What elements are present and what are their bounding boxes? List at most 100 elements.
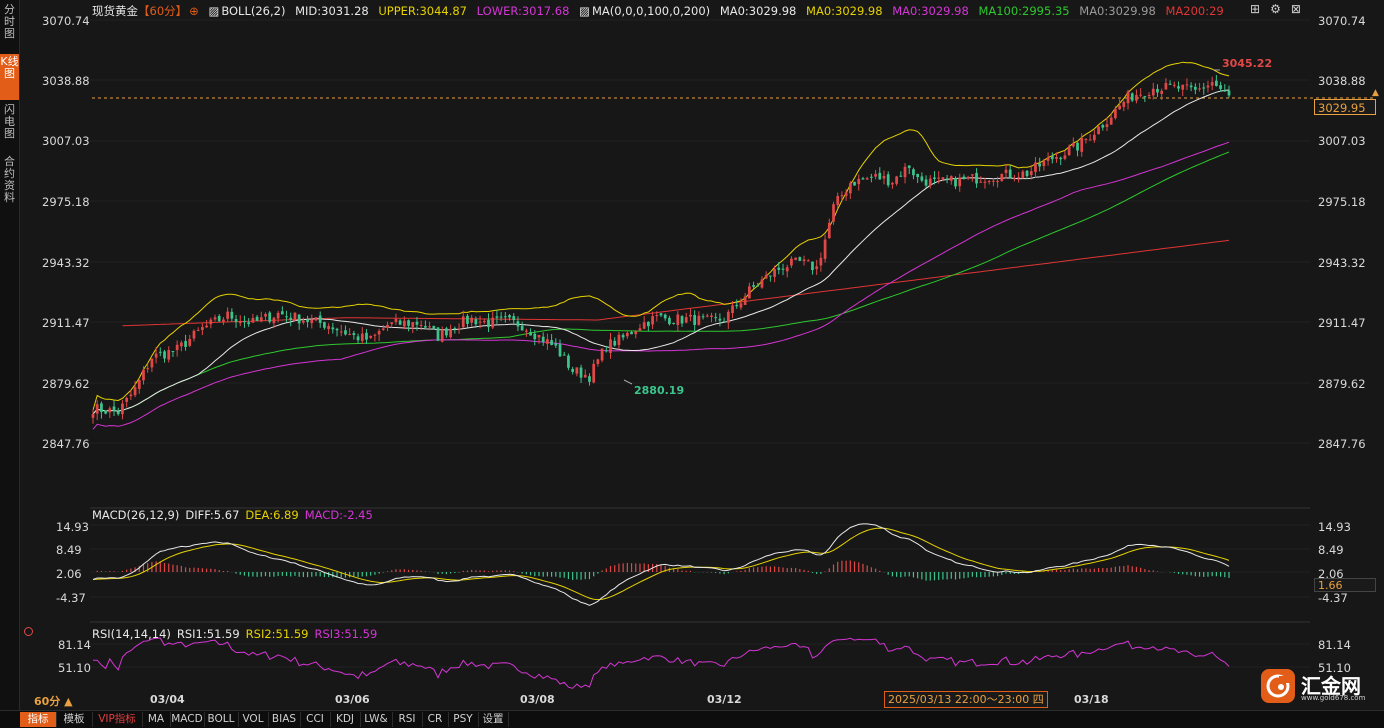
candle-body <box>575 367 579 374</box>
chart-canvas[interactable]: 3045.22 2880.19 <box>0 0 1384 727</box>
candle-body <box>701 316 705 318</box>
candle-body <box>327 326 330 330</box>
candle-body <box>116 411 120 415</box>
candle-body <box>415 321 419 325</box>
rsi-title: RSI(14,14,14) <box>92 627 171 641</box>
toolbar-tab-12[interactable]: CR <box>422 712 449 727</box>
ma-value-b: MA0:3029.98 <box>806 4 883 18</box>
candle-body <box>596 359 600 364</box>
candle-body <box>912 169 915 176</box>
tab-timeshare[interactable]: 分时图 <box>0 4 19 48</box>
macd-histogram <box>96 560 1230 581</box>
candle-body <box>945 178 949 180</box>
crosshair-icon[interactable]: ⊕ <box>189 4 199 18</box>
candle-body <box>1193 86 1197 90</box>
symbol-name: 现货黄金 <box>92 4 138 18</box>
candle-body <box>760 279 764 288</box>
candle-body <box>1143 96 1147 98</box>
candle-body <box>1177 86 1180 89</box>
toolbar-tab-1[interactable]: 模板 <box>56 712 93 727</box>
tab-contract-info[interactable]: 合约资料 <box>0 156 19 212</box>
candle-body <box>125 397 129 402</box>
toolbar-tab-14[interactable]: 设置 <box>478 712 509 727</box>
rsi-toggle-icon[interactable] <box>24 627 33 636</box>
candle-body <box>676 314 680 325</box>
price-tick-right: 3007.03 <box>1318 134 1366 148</box>
toolbar-tab-10[interactable]: LW& <box>360 712 393 727</box>
candle-body <box>634 331 638 335</box>
candle-body <box>461 316 465 328</box>
candle-body <box>1156 88 1159 93</box>
candle-body <box>710 315 713 317</box>
settings-icon[interactable]: ⚙ <box>1270 2 1291 16</box>
candle-body <box>937 177 941 179</box>
toolbar-tab-9[interactable]: KDJ <box>330 712 361 727</box>
toolbar-tab-8[interactable]: CCI <box>300 712 331 727</box>
rsi-tick-left: 51.10 <box>58 661 91 675</box>
tab-flash[interactable]: 闪电图 <box>0 104 19 148</box>
candle-body <box>962 176 966 179</box>
price-tick-left: 2847.76 <box>42 437 90 451</box>
candle-body <box>424 326 427 328</box>
toolbar-tab-13[interactable]: PSY <box>448 712 479 727</box>
layout-icon[interactable]: ⊞ <box>1250 2 1270 16</box>
toolbar-tab-2[interactable]: VIP指标 <box>92 712 143 727</box>
macd-value: MACD:-2.45 <box>304 508 373 522</box>
close-icon[interactable]: ⊠ <box>1291 2 1311 16</box>
candle-body <box>642 322 646 329</box>
candle-body <box>769 275 772 277</box>
candle-body <box>394 318 398 322</box>
candle-body <box>546 339 549 344</box>
candle-body <box>449 328 452 338</box>
toolbar-tab-5[interactable]: BOLL <box>204 712 239 727</box>
candle-body <box>865 178 869 180</box>
period-selector[interactable]: 60分 ▲ <box>34 693 73 709</box>
toolbar-tab-11[interactable]: RSI <box>392 712 423 727</box>
toolbar-tab-0[interactable]: 指标 <box>20 712 57 727</box>
candle-body <box>108 408 112 413</box>
candle-body <box>672 322 675 324</box>
candle-body <box>785 267 789 272</box>
toolbar-tab-7[interactable]: BIAS <box>268 712 301 727</box>
rsi-line <box>93 637 1230 689</box>
candle-body <box>1092 134 1096 141</box>
candle-body <box>146 368 150 370</box>
candle-body <box>1038 163 1042 167</box>
candle-body <box>1046 157 1050 161</box>
candle-body <box>264 313 267 317</box>
candle-body <box>243 321 246 323</box>
price-tick-right: 2975.18 <box>1318 195 1366 209</box>
candle-body <box>1008 169 1012 178</box>
toolbar-tab-3[interactable]: MA <box>142 712 171 727</box>
period-label: 【60分】 <box>138 4 188 18</box>
candle-body <box>369 335 373 338</box>
candle-body <box>924 179 928 186</box>
candle-body <box>419 324 423 326</box>
tab-kline[interactable]: K线图 <box>0 54 19 100</box>
price-tick-left: 2911.47 <box>42 316 90 330</box>
date-label: 03/18 <box>1074 693 1109 706</box>
rsi-tick-right: 81.14 <box>1318 638 1351 652</box>
candle-body <box>592 363 596 383</box>
macd-diff: DIFF:5.67 <box>185 508 240 522</box>
price-tick-right: 2943.32 <box>1318 256 1366 270</box>
candle-body <box>844 192 848 196</box>
candle-body <box>861 178 865 180</box>
candle-body <box>276 312 280 319</box>
toolbar-tab-4[interactable]: MACD <box>170 712 205 727</box>
toolbar-tab-6[interactable]: VOL <box>238 712 269 727</box>
candle-body <box>916 173 920 178</box>
candle-body <box>226 311 230 319</box>
candle-body <box>285 316 288 318</box>
candle-body <box>583 374 587 378</box>
candle-body <box>684 317 688 323</box>
candle-body <box>373 334 377 336</box>
candle-body <box>293 312 297 321</box>
candle-body <box>987 180 991 182</box>
candle-body <box>857 178 861 185</box>
candle-body <box>209 319 213 325</box>
candle-body <box>558 344 562 357</box>
current-price-tag: 3029.95 <box>1314 99 1376 115</box>
candle-body <box>247 322 251 325</box>
candle-body <box>323 322 326 328</box>
